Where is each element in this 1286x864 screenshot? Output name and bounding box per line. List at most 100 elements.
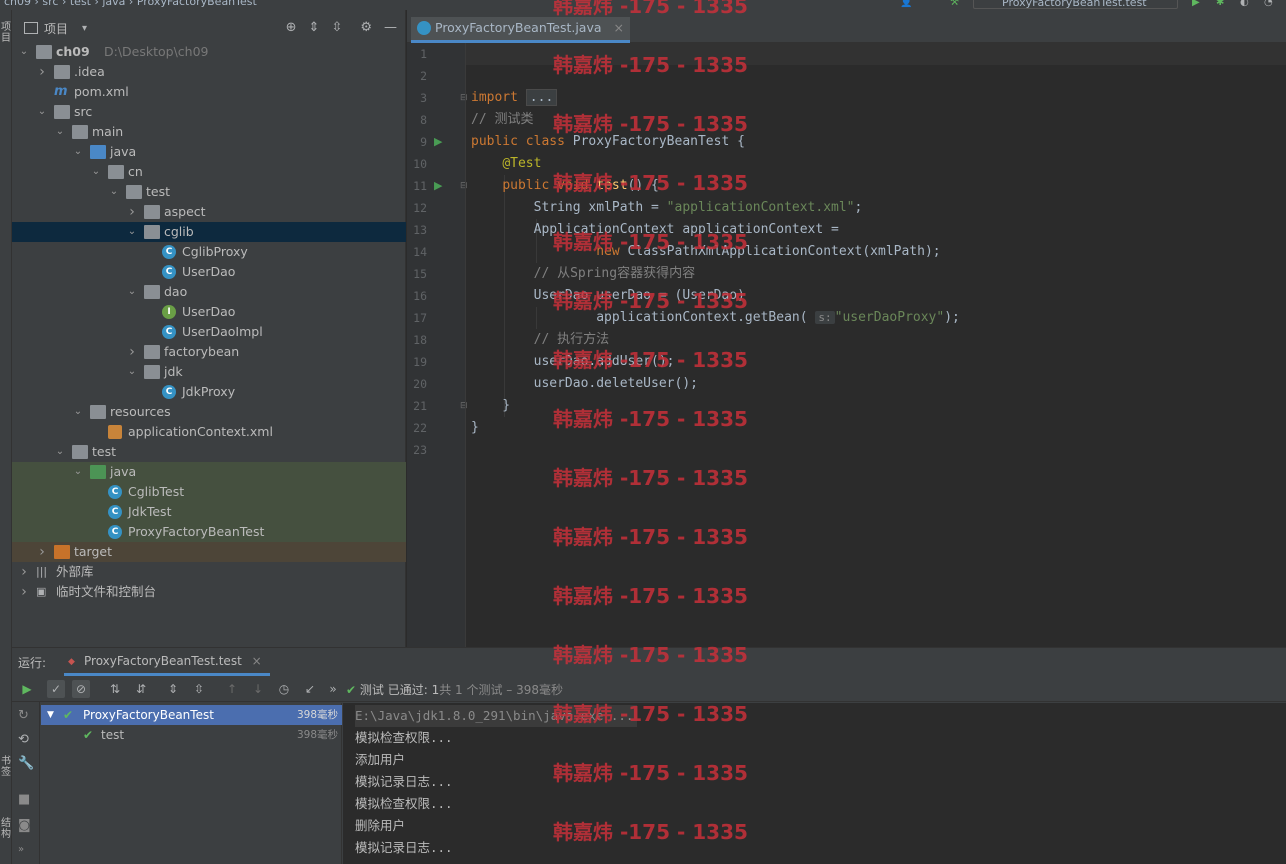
next-icon[interactable]: ↓ xyxy=(249,680,267,698)
tree-item[interactable]: C UserDaoImpl xyxy=(12,322,406,342)
chevron-right-icon[interactable]: › xyxy=(36,542,48,562)
tree-item[interactable]: C UserDao xyxy=(12,262,406,282)
chevron-down-icon[interactable]: ⌄ xyxy=(72,462,84,482)
history-icon[interactable]: ◷ xyxy=(275,680,293,698)
editor-tab[interactable]: ProxyFactoryBeanTest.java × xyxy=(411,17,630,43)
debug-icon[interactable]: ✱ xyxy=(1216,0,1224,8)
sort-alpha-icon[interactable]: ⇅ xyxy=(106,680,124,698)
tree-item[interactable]: C JdkProxy xyxy=(12,382,406,402)
tree-item[interactable]: I UserDao xyxy=(12,302,406,322)
test-suite-row[interactable]: ▼ ✔ ProxyFactoryBeanTest 398毫秒 xyxy=(41,705,342,725)
run-icon[interactable]: ▶ xyxy=(1192,0,1200,8)
chevron-down-icon[interactable]: ⌄ xyxy=(108,182,120,202)
fold-icon[interactable]: ⊟ xyxy=(460,87,468,109)
chevron-down-icon[interactable]: ⌄ xyxy=(54,122,66,142)
toggle-auto-test-icon[interactable]: ⟲ xyxy=(18,732,29,747)
hammer-icon[interactable]: ⚒ xyxy=(950,0,959,8)
show-passed-icon[interactable]: ✓ xyxy=(47,680,65,698)
expand-all-icon[interactable]: ⇕ xyxy=(164,680,182,698)
camera-icon[interactable]: ◙ xyxy=(18,818,31,833)
tree-item[interactable]: ⌄ cn xyxy=(12,162,406,182)
line-number: 16 xyxy=(413,289,427,303)
fold-icon[interactable]: ⊟ xyxy=(460,395,468,417)
gear-icon[interactable]: ⚙ xyxy=(360,20,372,35)
stop-icon[interactable]: ■ xyxy=(18,792,30,807)
chevron-down-icon[interactable]: ⌄ xyxy=(18,42,30,62)
status-sub: 共 1 个测试 – 398毫秒 xyxy=(439,683,564,697)
run-test-icon[interactable]: ▶ xyxy=(434,131,442,153)
tree-item[interactable]: C CglibTest xyxy=(12,482,406,502)
tree-item[interactable]: ⌄ cglib xyxy=(12,222,406,242)
tree-item[interactable]: ⌄ main xyxy=(12,122,406,142)
expand-all-icon[interactable]: ⇕ xyxy=(309,20,320,35)
chevron-right-icon[interactable]: › xyxy=(126,202,138,222)
tree-item[interactable]: › ▣ 临时文件和控制台 xyxy=(12,582,406,602)
line-number: 22 xyxy=(413,421,427,435)
tree-item[interactable]: ⌄ test xyxy=(12,182,406,202)
tree-item[interactable]: › .idea xyxy=(12,62,406,82)
previous-icon[interactable]: ↑ xyxy=(223,680,241,698)
tree-item[interactable]: › target xyxy=(12,542,406,562)
chevron-down-icon[interactable]: ▾ xyxy=(82,23,87,34)
run-tab[interactable]: ◆ ProxyFactoryBeanTest.test × xyxy=(64,648,270,676)
fold-icon[interactable]: ⊟ xyxy=(460,175,468,197)
tree-item[interactable]: C ProxyFactoryBeanTest xyxy=(12,522,406,542)
show-ignored-icon[interactable]: ⊘ xyxy=(72,680,90,698)
chevron-down-icon[interactable]: ⌄ xyxy=(54,442,66,462)
chevron-down-icon[interactable]: ⌄ xyxy=(72,402,84,422)
locate-icon[interactable]: ⊕ xyxy=(286,20,297,35)
tree-item[interactable]: › factorybean xyxy=(12,342,406,362)
tree-item[interactable]: m pom.xml xyxy=(12,82,406,102)
tree-item[interactable]: › ||| 外部库 xyxy=(12,562,406,582)
project-title[interactable]: 项目 xyxy=(44,20,68,37)
tree-item[interactable]: ⌄ src xyxy=(12,102,406,122)
chevron-right-icon[interactable]: › xyxy=(18,582,30,602)
more-icon[interactable]: » xyxy=(18,844,24,855)
tree-item[interactable]: applicationContext.xml xyxy=(12,422,406,442)
tree-item[interactable]: ⌄ resources xyxy=(12,402,406,422)
console-output[interactable]: E:\Java\jdk1.8.0_291\bin\java.exe ... 模拟检… xyxy=(343,703,1286,864)
close-icon[interactable]: × xyxy=(252,654,262,668)
test-case-name: test xyxy=(101,728,125,742)
tree-item[interactable]: ⌄ jdk xyxy=(12,362,406,382)
run-configuration-select[interactable]: ProxyFactoryBeanTest.test xyxy=(973,0,1178,9)
export-icon[interactable]: ↙ xyxy=(301,680,319,698)
tree-item[interactable]: › aspect xyxy=(12,202,406,222)
collapse-all-icon[interactable]: ⇳ xyxy=(331,20,342,35)
run-test-icon[interactable]: ▶ xyxy=(434,175,442,197)
rerun-failed-icon[interactable]: ↻ xyxy=(18,708,29,723)
close-icon[interactable]: × xyxy=(614,20,624,35)
wrench-icon[interactable]: 🔧 xyxy=(18,756,34,771)
collapse-all-icon[interactable]: ⇳ xyxy=(190,680,208,698)
tree-item[interactable]: ⌄ test xyxy=(12,442,406,462)
chevron-down-icon[interactable]: ▼ xyxy=(47,705,54,725)
test-case-row[interactable]: ✔ test 398毫秒 xyxy=(41,725,342,745)
tree-item[interactable]: C CglibProxy xyxy=(12,242,406,262)
chevron-down-icon[interactable]: ⌄ xyxy=(72,142,84,162)
chevron-down-icon[interactable]: ⌄ xyxy=(90,162,102,182)
hide-icon[interactable]: — xyxy=(384,20,397,35)
tree-item[interactable]: C JdkTest xyxy=(12,502,406,522)
tree-item[interactable]: ⌄ ch09 D:\Desktop\ch09 xyxy=(12,42,406,62)
structure-tool-button[interactable]: 结构 xyxy=(0,818,12,840)
coverage-icon[interactable]: ◐ xyxy=(1240,0,1249,8)
chevron-right-icon[interactable]: › xyxy=(18,562,30,582)
resources-folder-icon xyxy=(90,405,106,419)
sort-duration-icon[interactable]: ⇵ xyxy=(132,680,150,698)
chevron-right-icon[interactable]: › xyxy=(126,342,138,362)
chevron-down-icon[interactable]: ⌄ xyxy=(126,362,138,382)
bookmarks-tool-button[interactable]: 书签 xyxy=(0,756,12,778)
tree-item[interactable]: ⌄ dao xyxy=(12,282,406,302)
chevron-down-icon[interactable]: ⌄ xyxy=(126,282,138,302)
more-icon[interactable]: » xyxy=(324,680,342,698)
chevron-right-icon[interactable]: › xyxy=(36,62,48,82)
profiler-icon[interactable]: ◔ xyxy=(1264,0,1273,8)
user-icon[interactable]: 👤 xyxy=(900,0,912,8)
rerun-icon[interactable]: ▶ xyxy=(18,680,36,698)
chevron-down-icon[interactable]: ⌄ xyxy=(36,102,48,122)
breadcrumb[interactable]: ch09 › src › test › java › ProxyFactoryB… xyxy=(4,0,257,8)
tree-item[interactable]: ⌄ java xyxy=(12,142,406,162)
tree-item[interactable]: ⌄ java xyxy=(12,462,406,482)
project-tool-button[interactable]: 项目 xyxy=(0,22,12,44)
chevron-down-icon[interactable]: ⌄ xyxy=(126,222,138,242)
